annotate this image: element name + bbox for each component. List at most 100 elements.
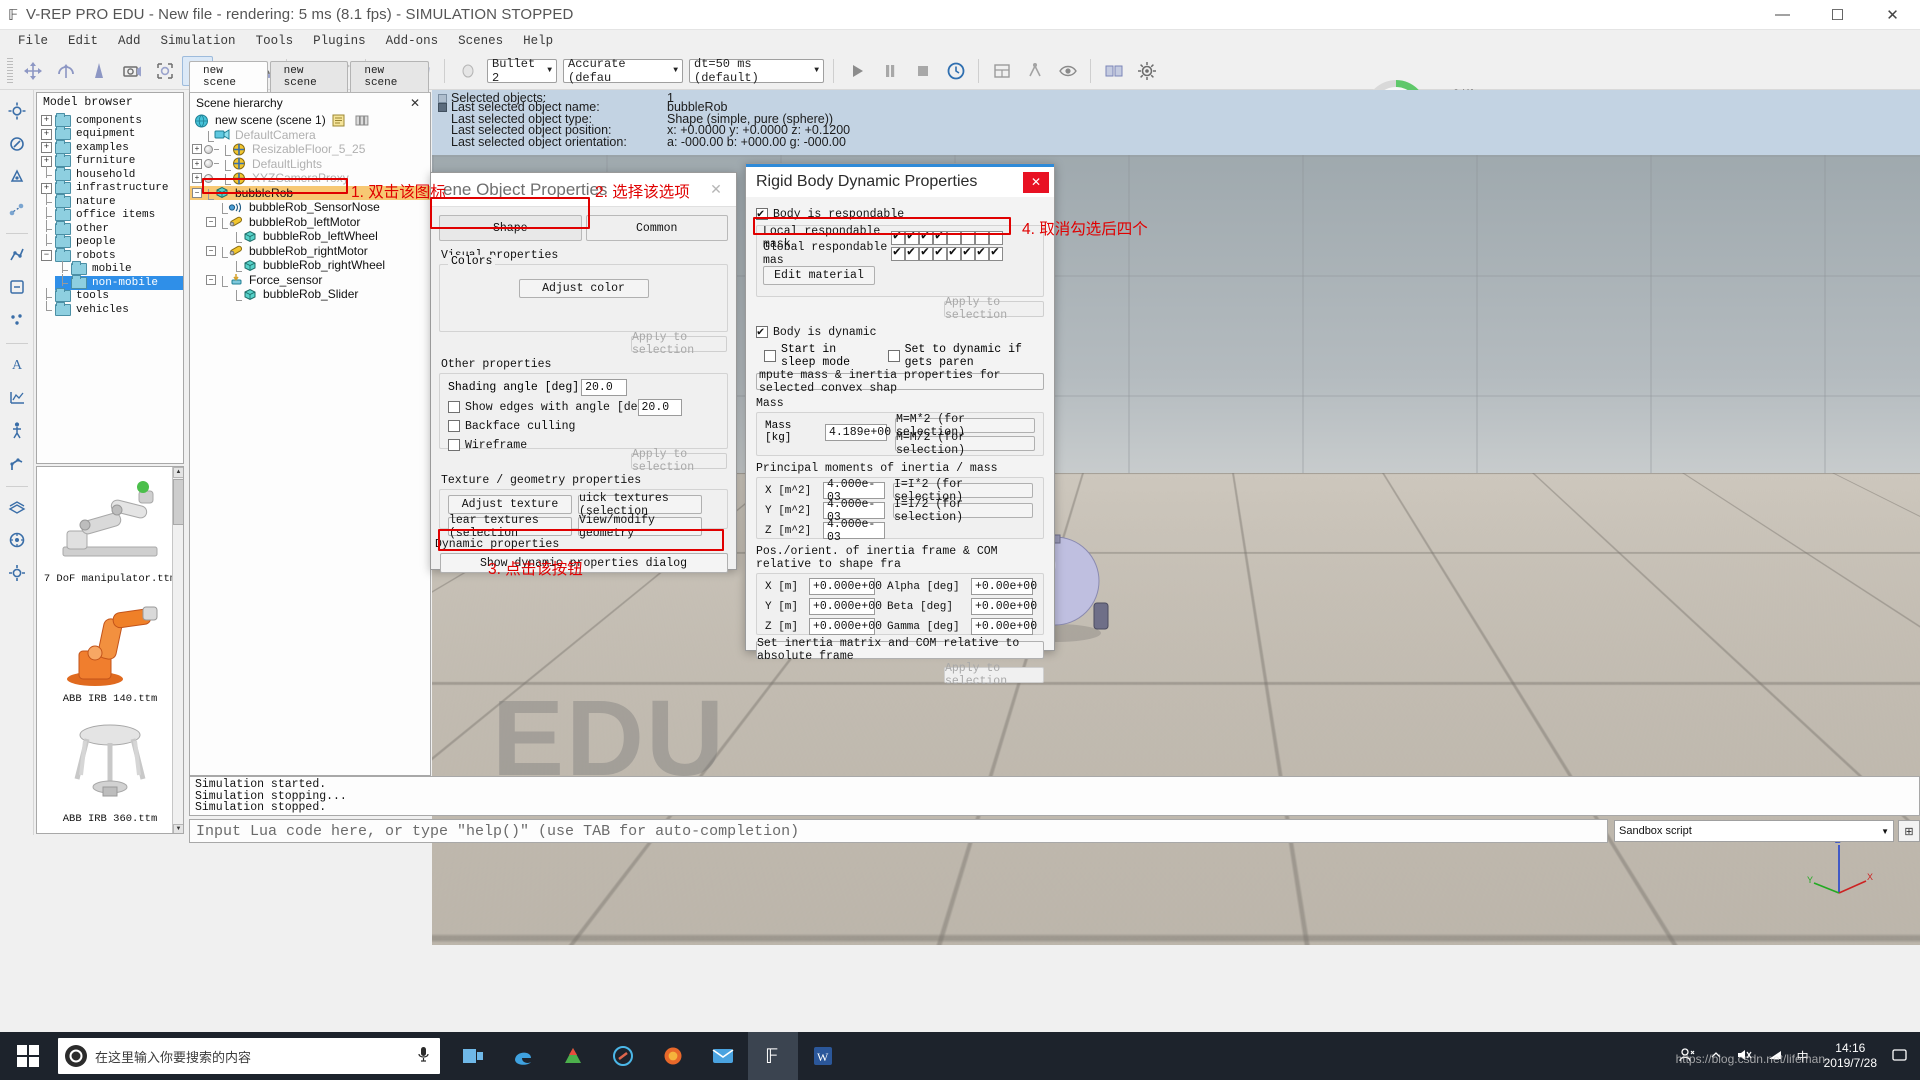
expander-icon[interactable]: + (41, 128, 52, 140)
vrep-taskbar-icon[interactable]: 𝔽 (748, 1032, 798, 1080)
clipping-plane-icon[interactable] (83, 56, 114, 86)
lua-command-input[interactable]: Input Lua code here, or type "help()" (u… (189, 819, 1608, 843)
expander-icon[interactable]: − (206, 245, 216, 256)
edit-material-button[interactable]: Edit material (763, 266, 875, 285)
expander-icon[interactable]: − (192, 187, 202, 198)
stop-simulation-button[interactable] (907, 56, 938, 86)
console-output[interactable]: Simulation started. Simulation stopping.… (189, 776, 1920, 816)
show-dynamic-properties-dialog-button[interactable]: Show dynamic properties dialog (439, 553, 728, 573)
apply-to-selection-button-2[interactable]: Apply to selection (631, 448, 727, 474)
model-browser-item-furniture[interactable]: + furniture (39, 153, 183, 169)
page-selector-icon[interactable] (986, 56, 1017, 86)
global-mask-bit-7[interactable] (975, 244, 989, 261)
local-mask-bit-2[interactable] (905, 228, 919, 245)
frame-x-input[interactable]: +0.000e+00 (809, 578, 882, 595)
taskbar-search-box[interactable]: 在这里输入你要搜索的内容 (58, 1038, 440, 1074)
model-preview-panel[interactable]: 7 DoF manipulator.ttm ABB IRB 140.ttm AB… (36, 466, 184, 834)
start-simulation-button[interactable] (841, 56, 872, 86)
local-mask-bit-1[interactable] (891, 228, 905, 245)
frame-gamma-input[interactable]: +0.00e+00 (971, 618, 1037, 635)
global-mask-bit-4[interactable] (933, 244, 947, 261)
robot-arm-icon[interactable] (3, 448, 31, 478)
physics-engine-select[interactable]: Bullet 2 ▼ (487, 57, 557, 85)
camera-icon[interactable] (116, 56, 147, 86)
expander-icon[interactable]: + (192, 158, 202, 169)
user-settings-icon[interactable] (3, 558, 31, 588)
model-preview-item[interactable]: ABB IRB 360.ttm (37, 707, 183, 827)
taskview-icon[interactable] (448, 1032, 498, 1080)
menu-edit[interactable]: Edit (58, 32, 108, 50)
scene-object-properties-dialog[interactable]: ene Object Properties ✕ Shape Common Vis… (430, 172, 737, 573)
model-preview-item[interactable]: 7 DoF manipulator.ttm (37, 467, 183, 587)
start-button[interactable] (0, 1032, 56, 1080)
hierarchy-item-bubbleRob_rightMotor[interactable]: − bubbleRob_rightMotor (190, 244, 430, 259)
model-preview-scrollbar[interactable]: ▲ ▼ (172, 467, 183, 833)
dynamics-toggle-icon[interactable] (1019, 56, 1050, 86)
distance-calc-icon[interactable] (3, 195, 31, 225)
model-browser-item-robots[interactable]: − robots (39, 247, 183, 263)
expander-icon[interactable]: + (192, 144, 202, 155)
scene-tab-3[interactable]: new scene (350, 61, 430, 92)
global-mask-bit-1[interactable] (891, 244, 905, 261)
backface-culling-checkbox[interactable] (448, 420, 460, 432)
accuracy-select[interactable]: Accurate (defau ▼ (563, 57, 683, 85)
menu-help[interactable]: Help (513, 32, 563, 50)
close-button[interactable]: ✕ (1865, 0, 1920, 30)
body-is-dynamic-row[interactable]: Body is dynamic (756, 324, 1044, 340)
visibility-icon[interactable] (1052, 56, 1083, 86)
close-icon[interactable]: ✕ (410, 96, 424, 110)
start-in-sleep-mode-checkbox[interactable] (764, 350, 776, 362)
scene-tab-1[interactable]: new scene (189, 61, 268, 92)
wheel-icon[interactable] (3, 525, 31, 555)
pause-simulation-button[interactable] (874, 56, 905, 86)
timestep-select[interactable]: dt=50 ms (default) ▼ (689, 57, 824, 85)
hierarchy-item-ResizableFloor_5_25[interactable]: + ResizableFloor_5_25 (190, 142, 430, 157)
inertia-divide-button[interactable]: I=I/2 (for selection) (893, 498, 1033, 524)
object-rotate-icon[interactable] (50, 56, 81, 86)
mass-divide-button[interactable]: M=M/2 (for selection) (895, 431, 1035, 457)
hierarchy-item-DefaultLights[interactable]: + DefaultLights (190, 157, 430, 172)
expander-icon[interactable]: + (41, 155, 52, 167)
global-mask-bit-5[interactable] (947, 244, 961, 261)
settings-gear-icon[interactable] (1131, 56, 1162, 86)
graph-icon[interactable] (3, 382, 31, 412)
notifications-icon[interactable] (1885, 1048, 1914, 1065)
model-browser-item-mobile[interactable]: mobile (55, 260, 183, 277)
expander-icon[interactable]: + (41, 142, 52, 154)
geometric-constraint-icon[interactable] (3, 272, 31, 302)
bounding-box-icon[interactable] (149, 56, 180, 86)
local-mask-bit-8[interactable] (989, 231, 1003, 245)
microphone-icon[interactable] (417, 1046, 430, 1067)
menu-addons[interactable]: Add-ons (376, 32, 449, 50)
visibility-dot-icon[interactable] (204, 159, 213, 169)
menu-file[interactable]: File (8, 32, 58, 50)
minimize-button[interactable]: — (1755, 0, 1810, 30)
expander-icon[interactable]: − (41, 250, 52, 262)
hierarchy-item-bubbleRob_leftWheel[interactable]: bubbleRob_leftWheel (190, 229, 430, 244)
tab-common[interactable]: Common (585, 215, 728, 241)
ik-groups-icon[interactable] (3, 239, 31, 269)
global-mask-bit-2[interactable] (905, 244, 919, 261)
adjust-texture-button[interactable]: Adjust texture (448, 495, 572, 514)
wireframe-checkbox[interactable] (448, 439, 460, 451)
show-edges-input[interactable]: 20.0 (637, 398, 682, 416)
model-browser-tree[interactable]: + components + equipment + examples + furniture… (37, 112, 183, 317)
maximize-button[interactable]: ☐ (1810, 0, 1865, 30)
body-is-respondable-row[interactable]: Body is respondable (756, 206, 1044, 222)
tab-shape[interactable]: Shape (439, 215, 582, 241)
local-mask-bit-7[interactable] (975, 231, 989, 245)
scene-tab-2[interactable]: new scene (269, 61, 349, 92)
set-inertia-matrix-button[interactable]: Set inertia matrix and COM relative to a… (756, 637, 1044, 663)
hierarchy-item-Force_sensor[interactable]: − Force_sensor (190, 273, 430, 288)
mesh-icon[interactable] (3, 492, 31, 522)
mail-icon[interactable] (698, 1032, 748, 1080)
global-respondable-mask-checkboxes[interactable] (891, 244, 1003, 261)
scroll-up-icon[interactable]: ▲ (173, 467, 183, 478)
local-mask-bit-6[interactable] (961, 231, 975, 245)
inertia-multiply-button[interactable]: I=I*2 (for selection) (893, 478, 1033, 504)
scene-object-properties-icon[interactable] (3, 96, 31, 126)
menu-tools[interactable]: Tools (246, 32, 304, 50)
firefox-icon[interactable] (648, 1032, 698, 1080)
expander-icon[interactable]: + (41, 115, 52, 127)
hierarchy-item-bubbleRob_leftMotor[interactable]: − bubbleRob_leftMotor (190, 215, 430, 230)
